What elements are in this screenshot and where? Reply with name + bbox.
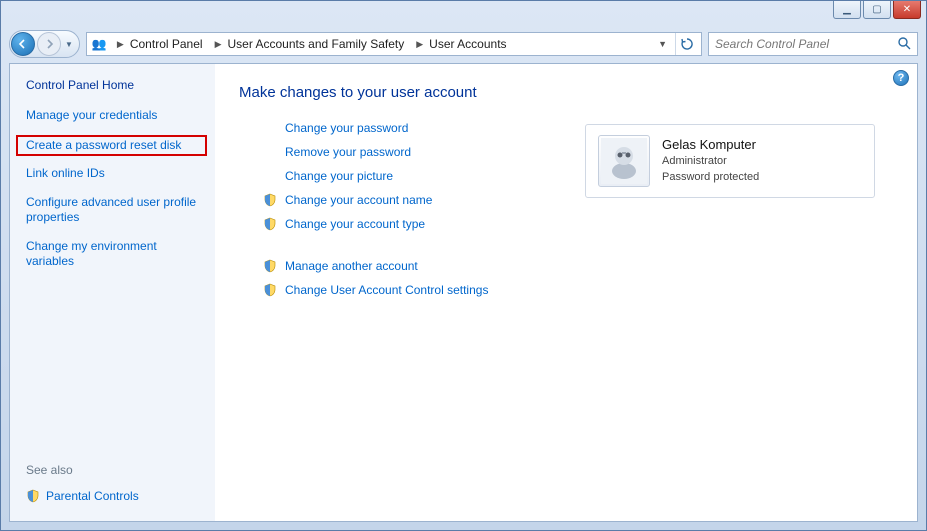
search-icon[interactable] [897,36,911,53]
minimize-button[interactable]: ▁ [833,1,861,19]
account-action[interactable]: Remove your password [263,145,563,159]
close-button[interactable]: ✕ [893,1,921,19]
breadcrumb-item[interactable]: Control Panel [130,37,203,51]
sidebar-link-password-reset-disk[interactable]: Create a password reset disk [16,135,207,156]
window-controls: ▁ ▢ ✕ [833,1,921,19]
account-actions-secondary: Manage another account Change User Accoun… [263,259,563,297]
action-link[interactable]: Change User Account Control settings [285,283,488,297]
shield-icon [263,283,277,297]
action-link[interactable]: Change your account type [285,217,425,231]
see-also-label: See also [26,463,207,477]
user-name: Gelas Komputer [662,137,759,152]
window-frame: ▁ ▢ ✕ ▼ 👥 ▶Control Panel ▶User Accounts … [0,0,927,531]
see-also-section: See also Parental Controls [26,463,207,513]
chevron-right-icon: ▶ [113,39,128,50]
breadcrumb-item[interactable]: User Accounts [429,37,506,51]
forward-button[interactable] [37,32,61,56]
main-panel: ? Make changes to your user account Chan… [215,64,917,521]
account-action[interactable]: Change your account name [263,193,563,207]
shield-icon [263,217,277,231]
account-action[interactable]: Manage another account [263,259,563,273]
action-link[interactable]: Change your picture [285,169,393,183]
user-role: Administrator [662,154,759,169]
chevron-right-icon: ▶ [211,39,226,50]
user-account-card[interactable]: Gelas Komputer Administrator Password pr… [585,124,875,198]
shield-icon [263,259,277,273]
avatar [598,135,650,187]
account-action[interactable]: Change your password [263,121,563,135]
refresh-button[interactable] [675,33,697,55]
avatar-image [601,138,647,184]
location-icon: 👥 [91,36,107,52]
sidebar: Control Panel Home Manage your credentia… [10,64,215,521]
account-actions-primary: Change your password Remove your password… [263,121,563,231]
search-placeholder: Search Control Panel [715,37,829,51]
shield-icon [26,489,40,503]
account-action[interactable]: Change your account type [263,217,563,231]
action-link[interactable]: Remove your password [285,145,411,159]
nav-buttons: ▼ [9,30,80,58]
content-area: Control Panel Home Manage your credentia… [9,63,918,522]
shield-icon [263,193,277,207]
user-info: Gelas Komputer Administrator Password pr… [662,137,759,185]
navigation-row: ▼ 👥 ▶Control Panel ▶User Accounts and Fa… [9,29,918,59]
control-panel-home-link[interactable]: Control Panel Home [26,78,207,92]
address-bar[interactable]: 👥 ▶Control Panel ▶User Accounts and Fami… [86,32,702,56]
action-link[interactable]: Manage another account [285,259,418,273]
history-dropdown-icon[interactable]: ▼ [61,40,75,49]
user-password-status: Password protected [662,170,759,185]
maximize-button[interactable]: ▢ [863,1,891,19]
search-input[interactable]: Search Control Panel [708,32,918,56]
chevron-down-icon[interactable]: ▼ [654,39,671,49]
sidebar-link-credentials[interactable]: Manage your credentials [26,108,207,123]
sidebar-link-advanced-profile[interactable]: Configure advanced user profile properti… [26,195,207,225]
back-button[interactable] [11,32,35,56]
sidebar-link-online-ids[interactable]: Link online IDs [26,166,207,181]
account-action[interactable]: Change User Account Control settings [263,283,563,297]
chevron-right-icon: ▶ [412,39,427,50]
see-also-parental-controls[interactable]: Parental Controls [26,489,207,503]
account-action[interactable]: Change your picture [263,169,563,183]
sidebar-link-env-vars[interactable]: Change my environment variables [26,239,207,269]
help-icon[interactable]: ? [893,70,909,86]
breadcrumb-item[interactable]: User Accounts and Family Safety [227,37,404,51]
page-title: Make changes to your user account [239,84,893,101]
action-link[interactable]: Change your password [285,121,408,135]
action-link[interactable]: Change your account name [285,193,432,207]
